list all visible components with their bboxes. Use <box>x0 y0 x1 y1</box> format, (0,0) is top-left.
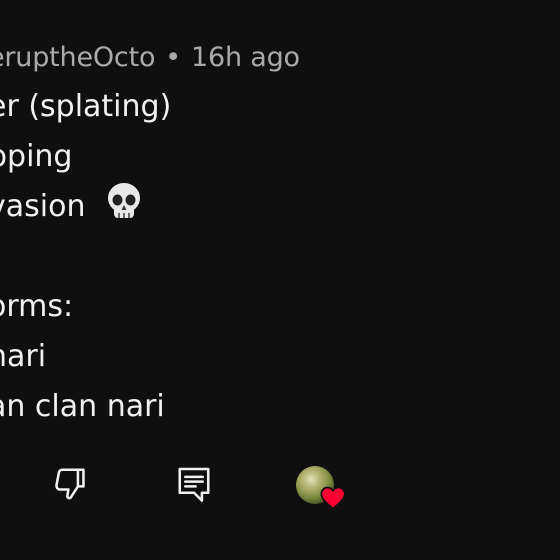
comment-actions <box>0 462 560 512</box>
comment-text: er (splating) pping vasion orms: nari an… <box>0 82 171 432</box>
skull-emoji-icon <box>108 183 141 218</box>
dislike-button[interactable] <box>48 462 92 506</box>
separator-dot: • <box>165 41 182 73</box>
comment-reply-icon <box>178 467 210 502</box>
comment-header: eruptheOcto • 16h ago <box>0 37 300 77</box>
comment-line-2: pping <box>0 139 73 174</box>
comment-line-4 <box>0 232 171 282</box>
comment-line-3: vasion <box>0 182 171 232</box>
comment-line-6: nari <box>0 339 47 374</box>
creator-heart-badge[interactable] <box>294 462 350 512</box>
comment-line-5: orms: <box>0 289 74 324</box>
timestamp: 16h ago <box>191 41 300 73</box>
comment-line-3-text: vasion <box>0 189 86 224</box>
comment-card: eruptheOcto • 16h ago er (splating) ppin… <box>0 0 560 560</box>
creator-heart-icon <box>320 486 346 510</box>
author-name[interactable]: eruptheOcto <box>0 42 155 73</box>
comment-line-7: an clan nari <box>0 389 165 424</box>
reply-button[interactable] <box>172 462 216 506</box>
comment-line-1: er (splating) <box>0 89 172 124</box>
thumbs-down-icon <box>55 468 85 500</box>
